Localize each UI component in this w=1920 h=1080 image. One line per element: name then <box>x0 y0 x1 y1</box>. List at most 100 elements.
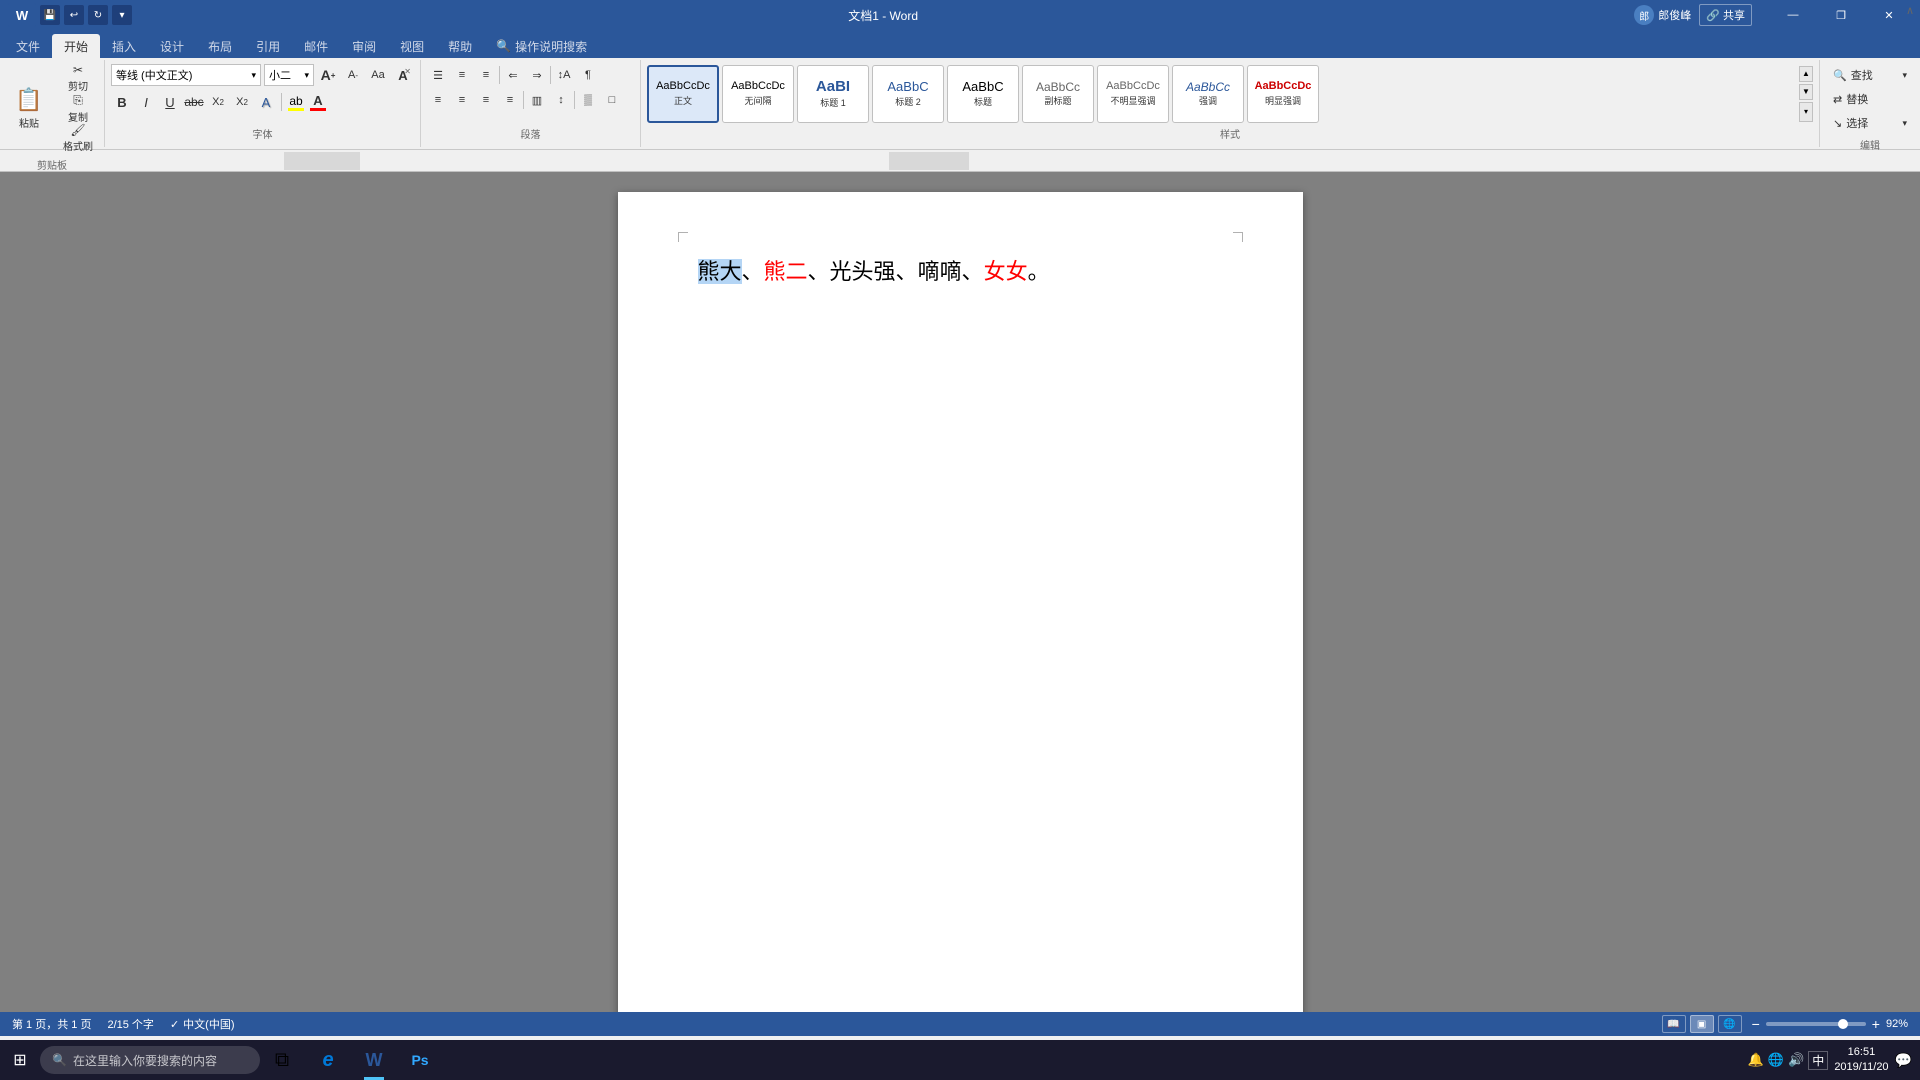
font-size-select[interactable]: 小二 ▾ <box>264 64 314 86</box>
increase-indent-button[interactable]: ⇒ <box>526 64 548 86</box>
paragraph-group: ☰ ≡ ≡ ⇐ ⇒ ↕A ¶ ≡ ≡ ≡ ≡ ▥ ↕ ▒ □ <box>421 60 641 147</box>
style-item-subtle-emphasis[interactable]: AaBbCcDc 不明显强调 <box>1097 65 1169 123</box>
word-logo-icon[interactable]: W <box>8 3 36 27</box>
style-item-no-spacing[interactable]: AaBbCcDc 无间隔 <box>722 65 794 123</box>
font-name-select[interactable]: 等线 (中文正文) ▾ <box>111 64 261 86</box>
font-size-decrease-btn[interactable]: A- <box>342 64 364 86</box>
border-button[interactable]: □ <box>601 89 623 111</box>
taskbar-photoshop[interactable]: Ps <box>398 1040 442 1080</box>
taskbar-edge[interactable]: e <box>306 1040 350 1080</box>
minimize-button[interactable]: — <box>1770 0 1816 30</box>
zoom-out-btn[interactable]: − <box>1752 1016 1760 1032</box>
underline-button[interactable]: U <box>159 91 181 113</box>
system-tray: 🔔 🌐 🔊 中 <box>1748 1051 1829 1070</box>
styles-scroll-up[interactable]: ▲ <box>1799 66 1813 82</box>
language-tray[interactable]: 中 <box>1808 1051 1828 1070</box>
language-indicator[interactable]: ✓ 中文(中国) <box>170 1016 235 1032</box>
copy-button[interactable]: ⎘ 复制 <box>56 94 100 122</box>
zoom-slider-thumb[interactable] <box>1838 1019 1848 1029</box>
cut-button[interactable]: ✂ 剪切 <box>56 64 100 92</box>
tray-network[interactable]: 🌐 <box>1768 1052 1784 1068</box>
zoom-level[interactable]: 92% <box>1886 1018 1908 1030</box>
show-marks-button[interactable]: ¶ <box>577 64 599 86</box>
tab-design[interactable]: 设计 <box>148 34 196 58</box>
style-item-h1[interactable]: AaBI 标题 1 <box>797 65 869 123</box>
align-left-button[interactable]: ≡ <box>427 89 449 111</box>
paste-button[interactable]: 📋 粘贴 <box>4 77 54 139</box>
web-view-btn[interactable]: 🌐 <box>1718 1015 1742 1033</box>
shading-button[interactable]: ▒ <box>577 89 599 111</box>
tab-search[interactable]: 🔍 操作说明搜索 <box>484 34 599 58</box>
font-size-increase-btn[interactable]: A+ <box>317 64 339 86</box>
sort-button[interactable]: ↕A <box>553 64 575 86</box>
document-content[interactable]: 熊大、熊二、光头强、嘀嘀、女女。 <box>698 252 1223 292</box>
justify-button[interactable]: ≡ <box>499 89 521 111</box>
zoom-slider[interactable] <box>1766 1022 1866 1026</box>
corner-mark-tl <box>678 232 688 242</box>
align-right-button[interactable]: ≡ <box>475 89 497 111</box>
undo-quick-access[interactable]: ↩ <box>64 5 84 25</box>
format-paint-button[interactable]: 🖌 格式刷 <box>56 124 100 152</box>
tab-insert[interactable]: 插入 <box>100 34 148 58</box>
tab-reference[interactable]: 引用 <box>244 34 292 58</box>
tab-layout[interactable]: 布局 <box>196 34 244 58</box>
bold-button[interactable]: B <box>111 91 133 113</box>
style-item-title[interactable]: AaBbC 标题 <box>947 65 1019 123</box>
tab-review[interactable]: 审阅 <box>340 34 388 58</box>
subscript-button[interactable]: X2 <box>207 91 229 113</box>
word-count: 2/15 个字 <box>107 1016 153 1032</box>
document-page: 熊大、熊二、光头强、嘀嘀、女女。 <box>618 192 1303 1012</box>
text-effect-button[interactable]: A <box>255 91 277 113</box>
start-button[interactable]: ⊞ <box>0 1040 40 1080</box>
tab-file[interactable]: 文件 <box>4 34 52 58</box>
style-item-strong-emphasis[interactable]: AaBbCcDc 明显强调 <box>1247 65 1319 123</box>
taskbar-task-view[interactable]: ⧉ <box>260 1040 304 1080</box>
numbering-button[interactable]: ≡ <box>451 64 473 86</box>
font-color-button[interactable]: A <box>308 91 328 113</box>
decrease-indent-button[interactable]: ⇐ <box>502 64 524 86</box>
font-color-indicator <box>310 108 326 111</box>
style-item-subtitle[interactable]: AaBbCc 副标题 <box>1022 65 1094 123</box>
clock[interactable]: 16:51 2019/11/20 <box>1834 1045 1888 1076</box>
document-area[interactable]: 熊大、熊二、光头强、嘀嘀、女女。 <box>0 172 1920 1012</box>
select-button[interactable]: ↘ 选择 ▾ <box>1826 112 1914 134</box>
styles-expand[interactable]: ▾ <box>1799 102 1813 122</box>
multilevel-list-button[interactable]: ≡ <box>475 64 497 86</box>
right-margin-shading <box>889 152 969 170</box>
restore-button[interactable]: ❐ <box>1818 0 1864 30</box>
line-spacing-button[interactable]: ↕ <box>550 89 572 111</box>
italic-button[interactable]: I <box>135 91 157 113</box>
tab-view[interactable]: 视图 <box>388 34 436 58</box>
share-btn[interactable]: 🔗 共享 <box>1699 4 1752 26</box>
tab-mail[interactable]: 邮件 <box>292 34 340 58</box>
print-view-btn[interactable]: ▣ <box>1690 1015 1714 1033</box>
style-item-h2[interactable]: AaBbC 标题 2 <box>872 65 944 123</box>
collapse-ribbon-btn[interactable]: ∧ <box>1900 0 1920 96</box>
superscript-button[interactable]: X2 <box>231 91 253 113</box>
columns-button[interactable]: ▥ <box>526 89 548 111</box>
taskbar-search[interactable]: 🔍 在这里输入你要搜索的内容 <box>40 1046 260 1074</box>
tab-home[interactable]: 开始 <box>52 34 100 58</box>
style-item-normal[interactable]: AaBbCcDc 正文 <box>647 65 719 123</box>
clear-format-btn[interactable]: A ✕ <box>392 64 414 86</box>
notification-center[interactable]: 💬 <box>1895 1052 1912 1069</box>
zoom-in-btn[interactable]: + <box>1872 1016 1880 1032</box>
user-account[interactable]: 郎 郎俊峰 <box>1634 5 1691 25</box>
left-margin-shading <box>284 152 360 170</box>
read-view-btn[interactable]: 📖 <box>1662 1015 1686 1033</box>
customize-quick-access[interactable]: ▾ <box>112 5 132 25</box>
strikethrough-button[interactable]: abc <box>183 91 205 113</box>
align-center-button[interactable]: ≡ <box>451 89 473 111</box>
styles-scroll-down[interactable]: ▼ <box>1799 84 1813 100</box>
taskbar-word[interactable]: W <box>352 1040 396 1080</box>
bullets-button[interactable]: ☰ <box>427 64 449 86</box>
tray-volume[interactable]: 🔊 <box>1788 1052 1804 1068</box>
change-case-btn[interactable]: Aa <box>367 64 389 86</box>
ruler <box>0 150 1920 172</box>
save-quick-access[interactable]: 💾 <box>40 5 60 25</box>
redo-quick-access[interactable]: ↻ <box>88 5 108 25</box>
tray-notification[interactable]: 🔔 <box>1748 1052 1764 1068</box>
style-item-emphasis[interactable]: AaBbCc 强调 <box>1172 65 1244 123</box>
tab-help[interactable]: 帮助 <box>436 34 484 58</box>
highlight-color-button[interactable]: ab <box>286 92 306 113</box>
